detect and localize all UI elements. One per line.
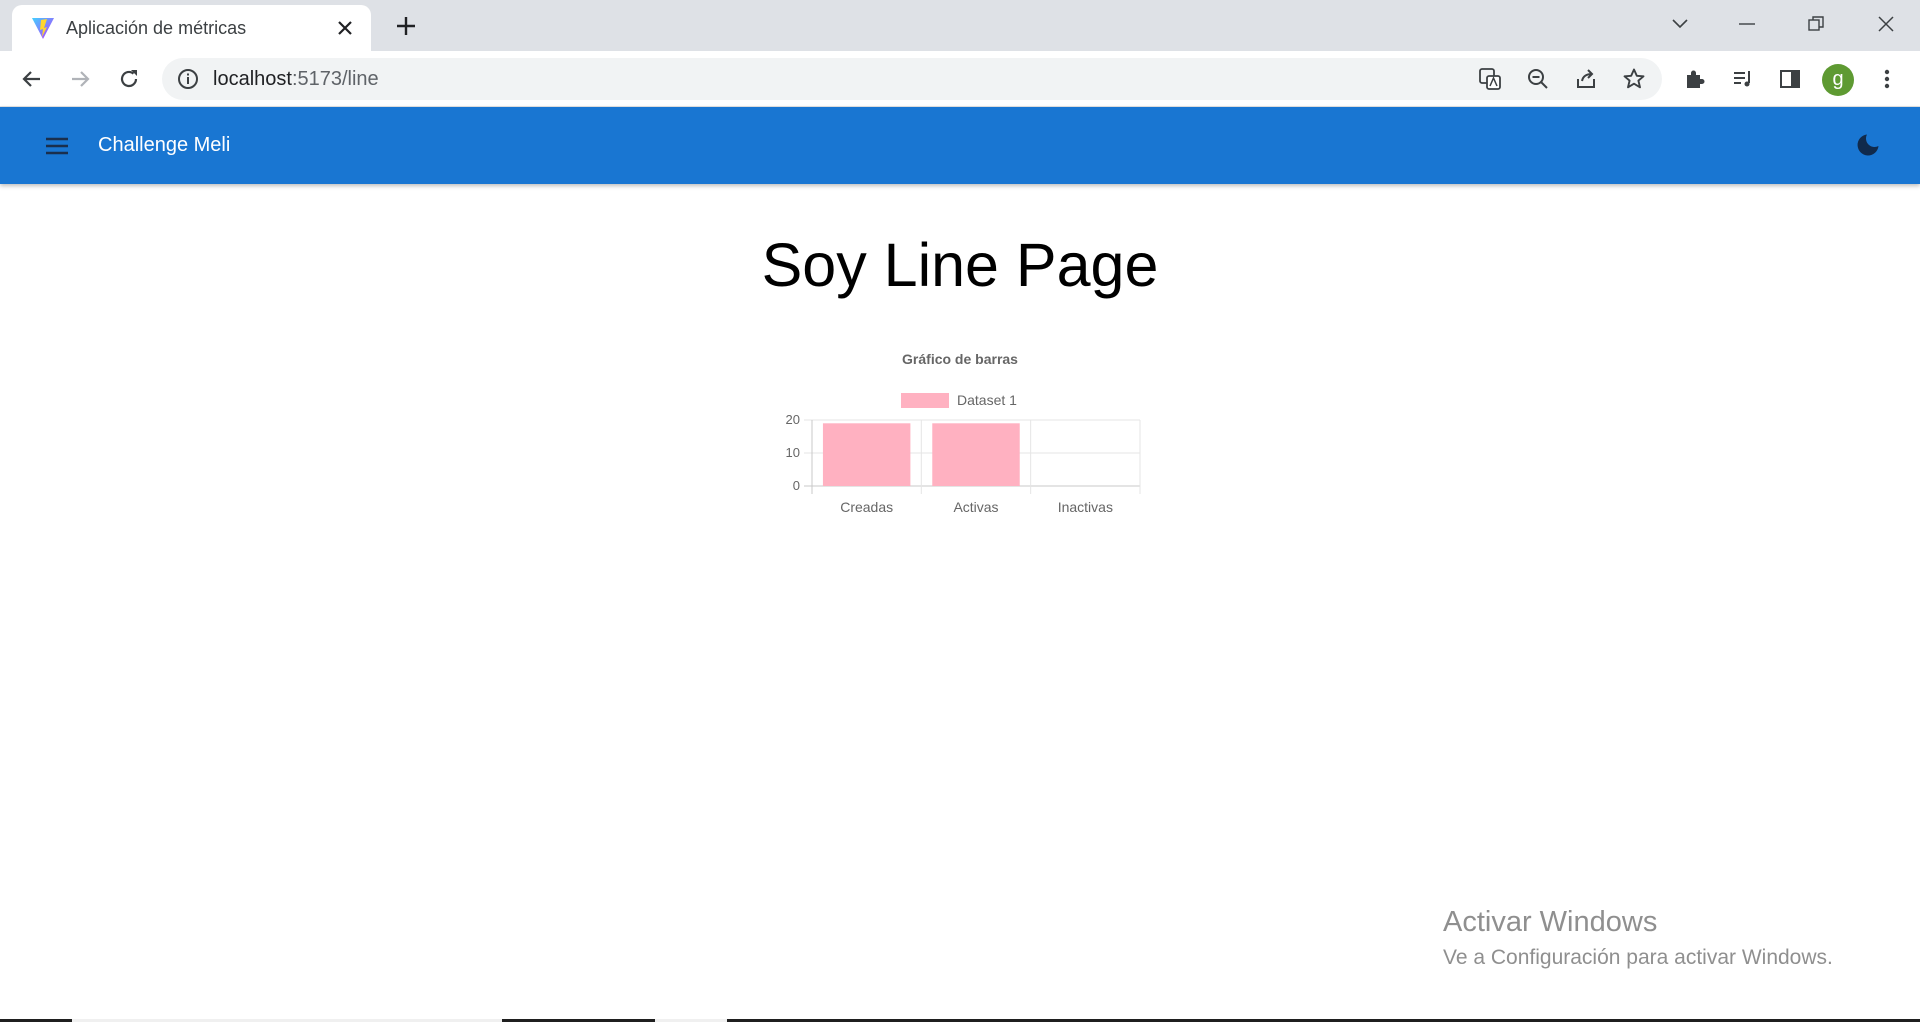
windows-activation-subtitle: Ve a Configuración para activar Windows. [1443,946,1833,969]
bookmark-star-icon[interactable] [1621,67,1647,91]
legend-label: Dataset 1 [957,392,1017,408]
reload-icon[interactable] [113,63,145,95]
tab-search-chevron-icon[interactable] [1664,10,1696,38]
more-vertical-icon[interactable] [1873,65,1901,93]
hamburger-menu-icon[interactable] [42,131,72,161]
app-bar: Challenge Meli [0,107,1920,184]
y-tick-label: 20 [786,412,800,427]
bar-chart: Gráfico de barras Dataset 1 0 10 20 Creadas… [760,340,1160,530]
minimize-icon[interactable] [1731,10,1763,38]
site-info-icon[interactable] [176,67,200,91]
x-tick-label: Creadas [840,499,893,515]
side-panel-icon[interactable] [1776,65,1804,93]
chart-title: Gráfico de barras [902,351,1018,367]
media-queue-icon[interactable] [1729,65,1757,93]
windows-activation-title: Activar Windows [1443,906,1658,938]
new-tab-icon[interactable] [392,12,420,40]
address-bar[interactable]: localhost:5173/line [162,58,1662,100]
url-host: localhost [213,68,292,90]
y-tick-label: 10 [786,445,800,460]
close-tab-icon[interactable] [333,16,357,40]
url-text[interactable]: localhost:5173/line [213,58,379,100]
bar[interactable] [822,423,911,486]
browser-toolbar: localhost:5173/line g [0,51,1920,107]
close-window-icon[interactable] [1870,10,1902,38]
zoom-out-icon[interactable] [1525,67,1551,91]
page-heading: Soy Line Page [761,231,1159,299]
legend-swatch[interactable] [901,393,949,408]
extensions-puzzle-icon[interactable] [1681,65,1709,93]
x-tick-label: Activas [953,499,998,515]
share-icon[interactable] [1573,67,1599,91]
browser-tab-strip: Aplicación de métricas [0,0,1920,51]
y-tick-label: 0 [793,478,800,493]
dark-mode-moon-icon[interactable] [1852,129,1884,161]
bar-chart-canvas: Gráfico de barras Dataset 1 0 10 20 Creadas… [786,351,1141,515]
browser-tab[interactable]: Aplicación de métricas [12,5,371,51]
bar[interactable] [932,423,1020,486]
restore-icon[interactable] [1800,10,1832,38]
forward-arrow-icon[interactable] [64,63,96,95]
url-path: :5173/line [291,68,379,90]
vite-logo-icon [32,18,54,39]
translate-icon[interactable] [1477,67,1503,91]
profile-avatar[interactable]: g [1822,64,1854,96]
x-tick-label: Inactivas [1058,499,1113,515]
app-title: Challenge Meli [98,134,231,156]
tab-title: Aplicación de métricas [66,18,247,38]
back-arrow-icon[interactable] [16,63,48,95]
